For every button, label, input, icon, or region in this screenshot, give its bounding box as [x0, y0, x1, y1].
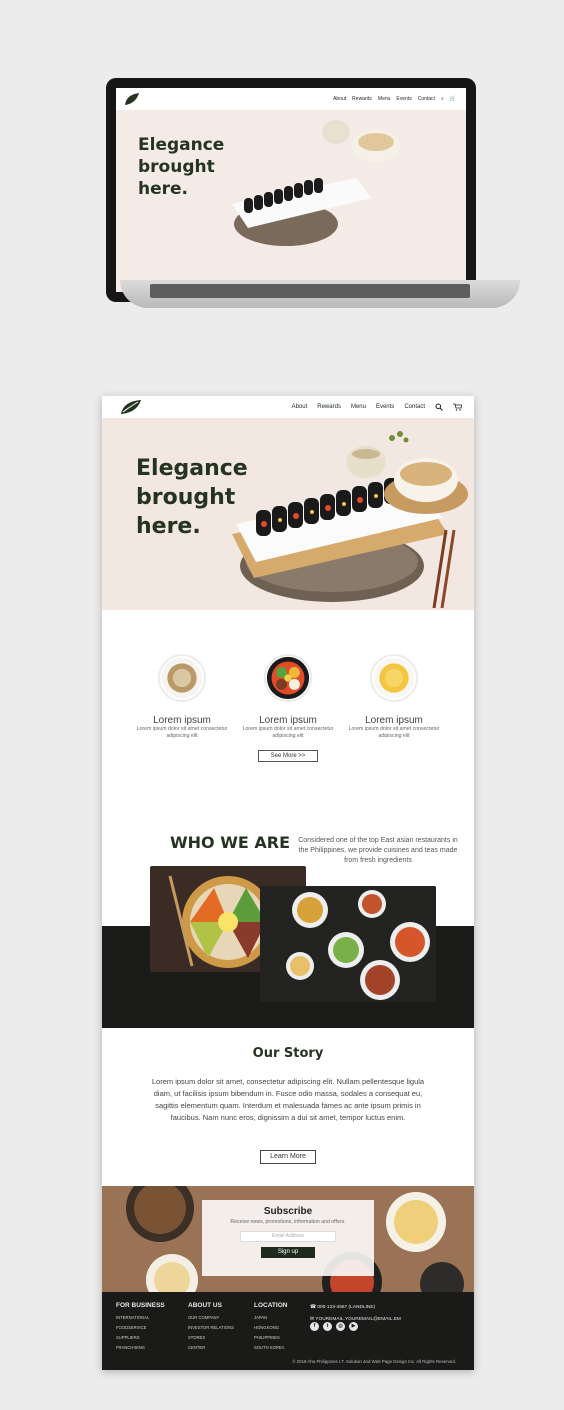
- laptop-nav: About Rewards Menu Events Contact ⌕ 🛒: [116, 88, 466, 110]
- feature-card: Lorem ipsum Lorem ipsum dolor sit amet c…: [238, 654, 338, 740]
- feature-text: Lorem ipsum dolor sit amet consectetur a…: [348, 726, 440, 739]
- nav-contact[interactable]: Contact: [404, 404, 425, 410]
- footer-heading: ABOUT US: [188, 1302, 222, 1309]
- leaf-logo-icon: [125, 93, 139, 105]
- feature-card: Lorem ipsum Lorem ipsum dolor sit amet c…: [344, 654, 444, 740]
- cart-icon[interactable]: [453, 403, 462, 411]
- cart-icon[interactable]: 🛒: [450, 96, 456, 102]
- laptop-nav-about[interactable]: About: [333, 96, 346, 102]
- phone-icon: ☎: [310, 1305, 316, 1310]
- nav-events[interactable]: Events: [376, 404, 394, 410]
- phone-number: 000-123-4567 (LANDLINE): [317, 1305, 376, 1310]
- footer-link[interactable]: SOUTH KOREA: [254, 1343, 287, 1353]
- laptop-nav-contact[interactable]: Contact: [418, 96, 435, 102]
- search-icon[interactable]: ⌕: [441, 96, 444, 102]
- leaf-logo-icon[interactable]: [120, 399, 142, 415]
- soup-dish-image: [158, 654, 206, 702]
- subscribe-text: Receive news, promotions, information an…: [230, 1219, 346, 1225]
- footer-link[interactable]: SUPPLIERS: [116, 1333, 165, 1343]
- hero-section: Elegance brought here.: [102, 418, 474, 610]
- footer-link[interactable]: CENTER: [188, 1343, 234, 1353]
- laptop-hero-title: Elegance brought here.: [138, 135, 225, 199]
- dishes-table-photo: [260, 886, 436, 1002]
- facebook-icon[interactable]: f: [310, 1322, 319, 1331]
- our-story-title: Our Story: [252, 1046, 324, 1061]
- soup-bowl-image: [322, 120, 400, 162]
- subscribe-box: Subscribe Receive news, promotions, info…: [202, 1200, 374, 1276]
- copyright-text: © 2018 Aha Philippines I.T. Solution and…: [292, 1359, 456, 1364]
- footer-link[interactable]: FOODSERVICE: [116, 1323, 165, 1333]
- youtube-icon[interactable]: ▶: [349, 1322, 358, 1331]
- feature-text: Lorem ipsum dolor sit amet consectetur a…: [242, 726, 334, 739]
- bibimbap-dish-image: [264, 654, 312, 702]
- footer-link[interactable]: PHILIPPINES: [254, 1333, 287, 1343]
- laptop-screen: About Rewards Menu Events Contact ⌕ 🛒 El…: [116, 88, 466, 292]
- email-field[interactable]: Email Address: [240, 1231, 336, 1242]
- search-icon[interactable]: [435, 403, 443, 411]
- footer-column-location: LOCATION JAPAN HONGKONG PHILIPPINES SOUT…: [254, 1302, 287, 1353]
- footer-link[interactable]: JAPAN: [254, 1313, 287, 1323]
- footer-link[interactable]: FRANCHISING: [116, 1343, 165, 1353]
- nav-menu[interactable]: Menu: [351, 404, 366, 410]
- subscribe-title: Subscribe: [263, 1206, 313, 1217]
- our-story-text: Lorem ipsum dolor sit amet, consectetur …: [151, 1077, 425, 1122]
- nav-about[interactable]: About: [292, 404, 308, 410]
- laptop-nav-rewards[interactable]: Rewards: [352, 96, 372, 102]
- footer-heading: LOCATION: [254, 1302, 288, 1309]
- footer-heading: FOR BUSINESS: [116, 1302, 165, 1309]
- sushi-plate-image: [232, 178, 372, 246]
- footer-link[interactable]: HONGKONG: [254, 1323, 287, 1333]
- features-row: Lorem ipsum Lorem ipsum dolor sit amet c…: [132, 654, 444, 740]
- who-we-are-title: WHO WE ARE: [170, 833, 290, 852]
- laptop-nav-events[interactable]: Events: [396, 96, 411, 102]
- subscribe-section: Subscribe Receive news, promotions, info…: [102, 1186, 474, 1292]
- nav-rewards[interactable]: Rewards: [317, 404, 341, 410]
- footer-link[interactable]: OUR COMPANY: [188, 1313, 234, 1323]
- laptop-nav-menu[interactable]: Menu: [378, 96, 391, 102]
- feature-card: Lorem ipsum Lorem ipsum dolor sit amet c…: [132, 654, 232, 740]
- laptop-keyboard: [150, 284, 470, 298]
- footer-column-business: FOR BUSINESS INTERNATIONAL FOODSERVICE S…: [116, 1302, 165, 1353]
- feature-title: Lorem ipsum: [365, 715, 423, 726]
- top-nav: About Rewards Menu Events Contact: [102, 396, 474, 418]
- sign-up-button[interactable]: Sign up: [261, 1247, 315, 1258]
- footer-link[interactable]: INVESTOR RELATIONS: [188, 1323, 234, 1333]
- feature-title: Lorem ipsum: [259, 715, 317, 726]
- twitter-icon[interactable]: t: [323, 1322, 332, 1331]
- footer-link[interactable]: STORES: [188, 1333, 234, 1343]
- footer-link[interactable]: INTERNATIONAL: [116, 1313, 165, 1323]
- soup-bowl-image: [346, 431, 468, 514]
- feature-title: Lorem ipsum: [153, 715, 211, 726]
- learn-more-button[interactable]: Learn More: [260, 1150, 316, 1164]
- instagram-icon[interactable]: ◎: [336, 1322, 345, 1331]
- who-we-are-text: Considered one of the top East asian res…: [298, 837, 458, 864]
- footer: FOR BUSINESS INTERNATIONAL FOODSERVICE S…: [102, 1292, 474, 1370]
- social-links: f t ◎ ▶: [310, 1322, 358, 1331]
- tea-cup-image: [370, 654, 418, 702]
- feature-text: Lorem ipsum dolor sit amet consectetur a…: [136, 726, 228, 739]
- footer-column-about: ABOUT US OUR COMPANY INVESTOR RELATIONS …: [188, 1302, 234, 1353]
- see-more-button[interactable]: See More >>: [258, 750, 318, 762]
- website-page: About Rewards Menu Events Contact Elegan…: [102, 396, 474, 1370]
- laptop-mockup: About Rewards Menu Events Contact ⌕ 🛒 El…: [100, 72, 520, 312]
